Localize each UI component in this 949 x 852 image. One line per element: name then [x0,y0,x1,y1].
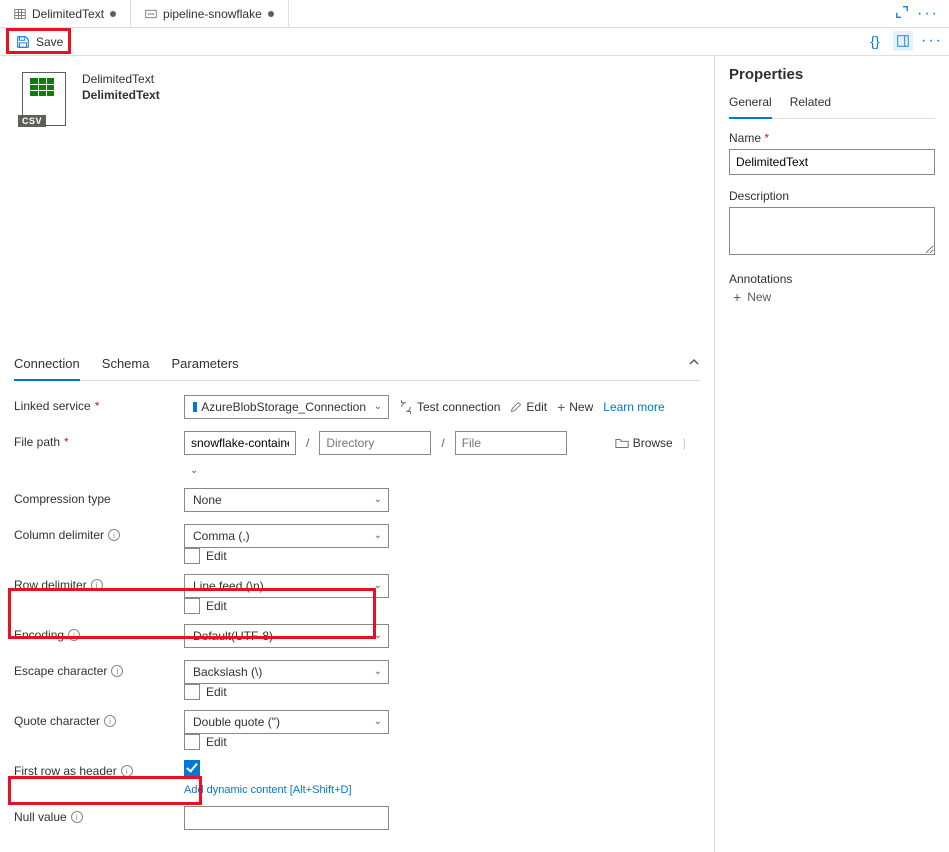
plus-icon: + [557,401,565,413]
properties-tab-related[interactable]: Related [790,91,831,118]
collapse-section-icon[interactable] [688,356,700,371]
modified-indicator-icon [268,11,274,17]
column-delimiter-edit-checkbox[interactable] [184,548,200,564]
editor-toolbar: Save {} ··· [0,28,949,56]
save-button[interactable]: Save [8,31,71,53]
chevron-down-icon: ⌄ [374,716,382,727]
test-connection-button[interactable]: Test connection [399,400,500,414]
dataset-name: DelimitedText [82,88,160,102]
code-view-button[interactable]: {} [865,31,885,51]
properties-title: Properties [729,66,935,83]
prop-description-label: Description [729,189,935,203]
compression-type-label: Compression type [14,488,184,506]
edit-linked-service-button[interactable]: Edit [510,400,547,414]
info-icon[interactable]: i [91,579,103,591]
test-connection-icon [399,400,413,414]
prop-name-label: Name * [729,131,935,145]
filepath-file-input[interactable] [455,431,567,455]
path-separator: / [441,436,444,450]
properties-tab-general[interactable]: General [729,91,772,119]
tab-schema[interactable]: Schema [102,350,150,380]
quote-character-label: Quote character i [14,710,184,728]
save-label: Save [36,35,63,49]
dataset-icon [14,8,26,20]
info-icon[interactable]: i [104,715,116,727]
pipeline-icon [145,8,157,20]
new-linked-service-button[interactable]: + New [557,400,593,414]
properties-toggle-button[interactable] [893,31,913,51]
edit-label: Edit [206,549,227,563]
toolbar-more-icon[interactable]: ··· [921,32,943,50]
chevron-down-icon: ⌄ [374,494,382,505]
compression-type-select[interactable]: None ⌄ [184,488,389,512]
browse-dropdown-icon[interactable]: ⌄ [184,465,204,476]
storage-icon [193,402,197,412]
tab-parameters[interactable]: Parameters [171,350,238,380]
chevron-down-icon: ⌄ [374,530,382,541]
info-icon[interactable]: i [68,629,80,641]
encoding-label: Encoding i [14,624,184,642]
dataset-section-tabs: Connection Schema Parameters [14,350,700,381]
row-delimiter-select[interactable]: Line feed (\n) ⌄ [184,574,389,598]
tab-label: pipeline-snowflake [163,7,262,21]
row-delimiter-label: Row delimiter i [14,574,184,592]
linked-service-select[interactable]: AzureBlobStorage_Connection ⌄ [184,395,389,419]
chevron-down-icon: ⌄ [374,630,382,641]
tab-delimitedtext[interactable]: DelimitedText [0,0,131,27]
dataset-type-label: DelimitedText [82,72,160,86]
prop-annotations-label: Annotations [729,272,935,286]
add-annotation-button[interactable]: + New [729,290,935,304]
path-separator: / [306,436,309,450]
editor-canvas: CSV DelimitedText DelimitedText Connecti… [0,56,714,852]
properties-panel: Properties General Related Name * Descri… [714,56,949,852]
row-delimiter-edit-checkbox[interactable] [184,598,200,614]
escape-character-edit-checkbox[interactable] [184,684,200,700]
info-icon[interactable]: i [108,529,120,541]
pencil-icon [510,401,522,413]
quote-character-edit-checkbox[interactable] [184,734,200,750]
linked-service-value: AzureBlobStorage_Connection [201,400,366,414]
null-value-input[interactable] [184,806,389,830]
first-row-header-checkbox[interactable] [184,760,200,776]
more-actions-icon[interactable]: ··· [917,5,939,23]
save-icon [16,35,30,49]
encoding-select[interactable]: Default(UTF-8) ⌄ [184,624,389,648]
filepath-directory-input[interactable] [319,431,431,455]
edit-label: Edit [206,735,227,749]
edit-label: Edit [206,685,227,699]
tab-label: DelimitedText [32,7,104,21]
editor-tabs-bar: DelimitedText pipeline-snowflake ··· [0,0,949,28]
add-dynamic-content-link[interactable]: Add dynamic content [Alt+Shift+D] [184,784,700,796]
folder-icon [615,437,629,449]
info-icon[interactable]: i [111,665,123,677]
file-path-label: File path* [14,431,184,449]
first-row-header-label: First row as header i [14,760,184,778]
prop-name-input[interactable] [729,149,935,175]
linked-service-label: Linked service* [14,395,184,413]
info-icon[interactable]: i [71,811,83,823]
column-delimiter-select[interactable]: Comma (,) ⌄ [184,524,389,548]
escape-character-select[interactable]: Backslash (\) ⌄ [184,660,389,684]
column-delimiter-label: Column delimiter i [14,524,184,542]
csv-file-icon: CSV [20,72,68,130]
tab-pipeline-snowflake[interactable]: pipeline-snowflake [131,0,289,27]
filepath-container-input[interactable] [184,431,296,455]
chevron-down-icon: ⌄ [374,401,382,412]
prop-description-textarea[interactable] [729,207,935,255]
edit-label: Edit [206,599,227,613]
learn-more-link[interactable]: Learn more [603,400,664,414]
chevron-down-icon: ⌄ [374,580,382,591]
info-icon[interactable]: i [121,765,133,777]
plus-icon: + [733,291,741,303]
chevron-down-icon: ⌄ [374,666,382,677]
null-value-label: Null value i [14,806,184,824]
escape-character-label: Escape character i [14,660,184,678]
quote-character-select[interactable]: Double quote (") ⌄ [184,710,389,734]
browse-button[interactable]: Browse [615,436,673,450]
expand-icon[interactable] [895,5,909,22]
tab-connection[interactable]: Connection [14,350,80,381]
modified-indicator-icon [110,11,116,17]
browse-divider: | [683,436,686,450]
